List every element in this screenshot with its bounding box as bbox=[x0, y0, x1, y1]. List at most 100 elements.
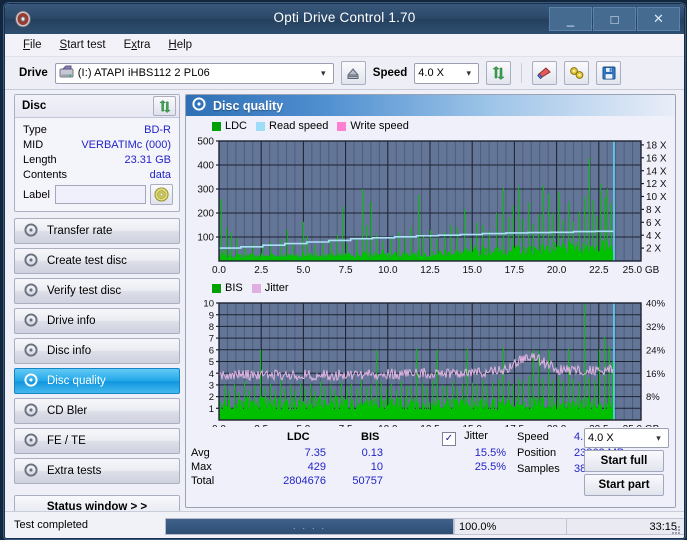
start-part-button[interactable]: Start part bbox=[584, 474, 664, 496]
sidebar-item-extra-tests[interactable]: Extra tests bbox=[14, 458, 180, 484]
menu-item-help[interactable]: Help bbox=[168, 39, 192, 51]
bis-jitter-chart[interactable]: 123456789108%16%24%32%40%0.02.55.07.510.… bbox=[186, 295, 676, 438]
label-input[interactable] bbox=[55, 185, 146, 204]
stats-row-label-avg: Avg bbox=[191, 447, 210, 459]
window-controls: _ □ ✕ bbox=[549, 7, 680, 31]
svg-text:2 X: 2 X bbox=[646, 244, 661, 255]
drive-icon bbox=[59, 65, 74, 82]
legend-swatch-ldc bbox=[212, 122, 221, 131]
chevron-down-icon[interactable]: ▾ bbox=[461, 68, 476, 79]
row-value: data bbox=[150, 169, 171, 181]
disc-refresh-button[interactable] bbox=[153, 96, 176, 116]
close-button[interactable]: ✕ bbox=[637, 7, 680, 31]
stats-avg-ldc: 7.35 bbox=[276, 447, 326, 459]
legend-label-jitter: Jitter bbox=[265, 282, 289, 294]
sidebar-item-drive-info[interactable]: Drive info bbox=[14, 308, 180, 334]
disc-icon bbox=[24, 283, 38, 300]
stats-header-ldc: LDC bbox=[287, 431, 310, 443]
ldc-speed-chart[interactable]: 1002003004005002 X4 X6 X8 X10 X12 X14 X1… bbox=[186, 133, 676, 279]
stats-total-ldc: 2804676 bbox=[266, 475, 326, 487]
svg-text:15.0: 15.0 bbox=[462, 265, 482, 276]
content-header: Disc quality bbox=[186, 95, 675, 116]
eject-icon bbox=[346, 67, 360, 80]
disc-icon bbox=[24, 223, 38, 240]
tools-button[interactable] bbox=[564, 61, 589, 85]
status-text: Test completed bbox=[14, 519, 88, 531]
scan-speed-select[interactable]: 4.0 X ▾ bbox=[584, 428, 669, 448]
svg-text:40%: 40% bbox=[646, 299, 666, 310]
status-bar: Test completed · · · · 100.0% 33:15 bbox=[5, 511, 684, 538]
sidebar-item-verify-test-disc[interactable]: Verify test disc bbox=[14, 278, 180, 304]
speed-select[interactable]: 4.0 X ▾ bbox=[414, 63, 479, 84]
refresh-button[interactable] bbox=[486, 61, 511, 85]
disc-row-type: Type BD-R bbox=[15, 122, 179, 137]
sidebar-item-disc-quality[interactable]: Disc quality bbox=[14, 368, 180, 394]
svg-text:25.0 GB: 25.0 GB bbox=[623, 265, 660, 276]
maximize-button[interactable]: □ bbox=[593, 7, 636, 31]
disc-label-button[interactable] bbox=[150, 184, 173, 205]
save-button[interactable] bbox=[596, 61, 621, 85]
svg-text:2.5: 2.5 bbox=[254, 265, 268, 276]
disc-icon bbox=[24, 433, 38, 450]
erase-button[interactable] bbox=[532, 61, 557, 85]
stats-panel: LDC BIS ✓ Jitter Avg 7.35 0.13 15.5% Max… bbox=[186, 427, 675, 507]
menu-item-start-test[interactable]: Start test bbox=[60, 39, 106, 51]
stats-header-bis: BIS bbox=[361, 431, 379, 443]
svg-text:10 X: 10 X bbox=[646, 192, 667, 203]
row-value: BD-R bbox=[144, 124, 171, 136]
chart-bottom: 123456789108%16%24%32%40%0.02.55.07.510.… bbox=[186, 295, 675, 438]
jitter-checkbox-wrap[interactable]: ✓ Jitter bbox=[442, 430, 488, 446]
sidebar-item-label: Transfer rate bbox=[47, 225, 112, 237]
legend-swatch-jitter bbox=[252, 284, 261, 293]
refresh-icon bbox=[158, 100, 172, 113]
save-icon bbox=[602, 66, 616, 80]
svg-text:400: 400 bbox=[197, 161, 214, 172]
stats-row-label-max: Max bbox=[191, 461, 212, 473]
sidebar-item-disc-info[interactable]: Disc info bbox=[14, 338, 180, 364]
sidebar-item-create-test-disc[interactable]: Create test disc bbox=[14, 248, 180, 274]
svg-text:14 X: 14 X bbox=[646, 166, 667, 177]
svg-text:10.0: 10.0 bbox=[378, 265, 398, 276]
sidebar-item-fe-te[interactable]: FE / TE bbox=[14, 428, 180, 454]
svg-text:200: 200 bbox=[197, 209, 214, 220]
disc-panel-title: Disc bbox=[22, 100, 46, 112]
tools-icon bbox=[569, 66, 585, 80]
chevron-down-icon[interactable]: ▾ bbox=[651, 433, 666, 444]
refresh-icon bbox=[491, 66, 506, 80]
chevron-down-icon[interactable]: ▾ bbox=[316, 68, 331, 79]
drive-select[interactable]: (I:) ATAPI iHBS112 2 PL06 ▾ bbox=[55, 63, 334, 84]
stats-avg-bis: 0.13 bbox=[338, 447, 383, 459]
chart-legend-bottom: BIS Jitter bbox=[186, 281, 675, 295]
sidebar-item-label: Disc quality bbox=[47, 375, 106, 387]
progress-dots: · · · · bbox=[166, 523, 453, 533]
jitter-checkbox[interactable]: ✓ bbox=[442, 432, 456, 446]
svg-text:20.0: 20.0 bbox=[547, 265, 567, 276]
svg-text:5: 5 bbox=[209, 357, 214, 368]
svg-text:0.0: 0.0 bbox=[212, 265, 226, 276]
menu-item-extra[interactable]: Extra bbox=[124, 39, 151, 51]
resize-grip-icon[interactable] bbox=[671, 525, 681, 535]
svg-text:7: 7 bbox=[209, 334, 214, 345]
speed-label: Speed bbox=[373, 67, 408, 79]
stats-row-label-total: Total bbox=[191, 475, 214, 487]
legend-label-bis: BIS bbox=[225, 282, 243, 294]
svg-text:4 X: 4 X bbox=[646, 231, 661, 242]
sidebar-item-cd-bler[interactable]: CD Bler bbox=[14, 398, 180, 424]
minimize-button[interactable]: _ bbox=[549, 7, 592, 31]
row-key: Contents bbox=[23, 169, 67, 181]
disc-panel-header: Disc bbox=[15, 95, 179, 118]
row-key: Length bbox=[23, 154, 57, 166]
menu-item-file[interactable]: File bbox=[23, 39, 42, 51]
eject-button[interactable] bbox=[341, 61, 366, 85]
svg-text:2: 2 bbox=[209, 392, 214, 403]
disc-icon bbox=[24, 313, 38, 330]
title-bar: Opti Drive Control 1.70 _ □ ✕ bbox=[5, 4, 684, 34]
svg-text:3: 3 bbox=[209, 381, 214, 392]
content-panel: Disc quality LDC Read speed Write speed … bbox=[185, 94, 676, 508]
stats-max-jitter: 25.5% bbox=[436, 461, 506, 473]
sidebar-item-transfer-rate[interactable]: Transfer rate bbox=[14, 218, 180, 244]
disc-icon bbox=[24, 343, 38, 360]
start-full-button[interactable]: Start full bbox=[584, 450, 664, 472]
row-key: Type bbox=[23, 124, 47, 136]
disc-row-contents: Contents data bbox=[15, 167, 179, 182]
